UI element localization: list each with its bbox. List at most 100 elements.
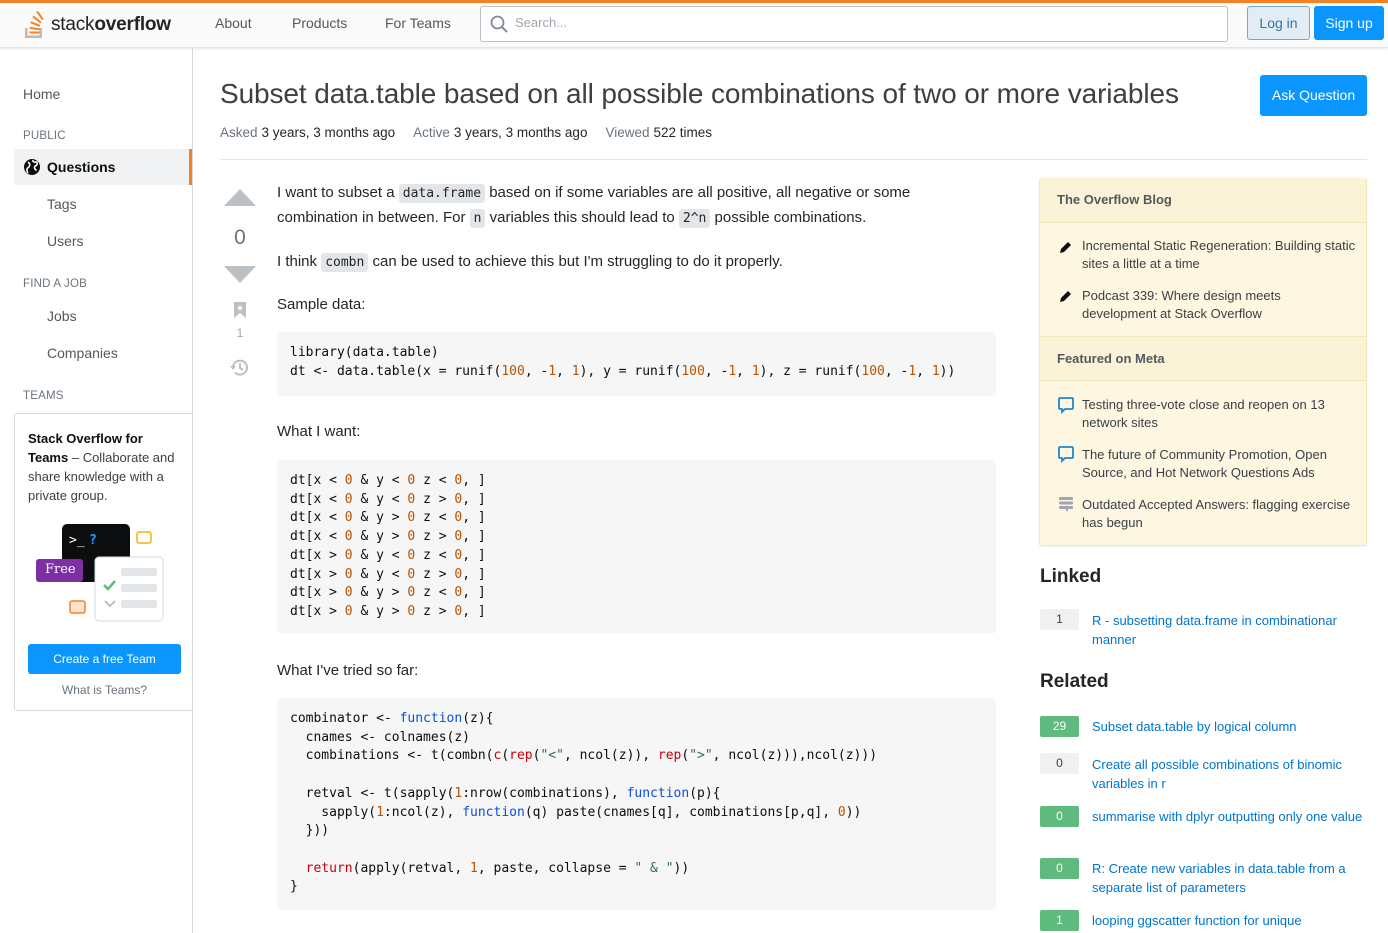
paragraph-1-line-1: I want to subset a data.frame based on i… bbox=[277, 180, 910, 206]
linked-vote-badge: 1 bbox=[1040, 609, 1079, 630]
related-question-link[interactable]: summarise with dplyr outputting only one… bbox=[1092, 808, 1364, 827]
sidebar-item-questions[interactable]: Questions bbox=[14, 149, 192, 185]
sidebar-item-companies[interactable]: Companies bbox=[47, 345, 118, 361]
create-team-button[interactable]: Create a free Team bbox=[28, 644, 181, 674]
sidebar-item-label: Questions bbox=[47, 159, 116, 175]
overflow-blog-widget: The Overflow Blog Incremental Static Reg… bbox=[1039, 178, 1367, 546]
search-icon bbox=[490, 15, 508, 33]
want-row: dt[x < 0 & y > 0 z > 0, ] bbox=[290, 529, 486, 545]
linked-heading: Linked bbox=[1040, 566, 1102, 587]
meta-item[interactable]: Testing three-vote close and reopen on 1… bbox=[1082, 396, 1357, 432]
want-row: dt[x > 0 & y > 0 z > 0, ] bbox=[290, 603, 486, 619]
nav-about[interactable]: About bbox=[215, 15, 252, 31]
blog-heading: The Overflow Blog bbox=[1040, 178, 1366, 223]
related-vote-badge: 0 bbox=[1040, 753, 1079, 774]
inline-code: combn bbox=[321, 253, 369, 272]
history-icon[interactable] bbox=[229, 357, 250, 378]
sidebar-item-jobs[interactable]: Jobs bbox=[47, 308, 77, 324]
text: variables this should lead to bbox=[485, 209, 679, 226]
logo-text-bold: overflow bbox=[94, 14, 171, 35]
paragraph-1-line-2: combination in between. For n variables … bbox=[277, 205, 866, 231]
tried-label: What I've tried so far: bbox=[277, 662, 419, 679]
inline-code: 2^n bbox=[678, 209, 711, 228]
sidebar-item-tags[interactable]: Tags bbox=[47, 196, 77, 212]
search-box[interactable] bbox=[480, 6, 1228, 42]
related-question-link[interactable]: Create all possible combinations of bino… bbox=[1092, 756, 1364, 793]
stackoverflow-logo[interactable]: stackoverflow bbox=[22, 6, 171, 44]
want-row: dt[x < 0 & y > 0 z < 0, ] bbox=[290, 510, 486, 526]
code-block-sample: library(data.table) dt <- data.table(x =… bbox=[277, 332, 996, 396]
want-row: dt[x < 0 & y < 0 z < 0, ] bbox=[290, 473, 486, 488]
code-block-want: dt[x < 0 & y < 0 z < 0, ] dt[x < 0 & y <… bbox=[277, 460, 996, 634]
related-vote-badge: 29 bbox=[1040, 716, 1079, 737]
asked-value: 3 years, 3 months ago bbox=[261, 125, 396, 140]
downvote-icon[interactable] bbox=[222, 266, 258, 284]
want-label: What I want: bbox=[277, 423, 361, 440]
asked-label: Asked bbox=[220, 125, 258, 140]
sidebar-item-home[interactable]: Home bbox=[23, 86, 60, 102]
what-is-teams-link[interactable]: What is Teams? bbox=[15, 683, 194, 697]
svg-text:?: ? bbox=[89, 533, 97, 548]
left-sidebar: Home PUBLIC Questions Tags Users FIND A … bbox=[0, 48, 193, 933]
meta-item[interactable]: Outdated Accepted Answers: flagging exer… bbox=[1082, 496, 1357, 532]
nav-for-teams[interactable]: For Teams bbox=[385, 15, 451, 31]
sidebar-heading-find-job: FIND A JOB bbox=[23, 278, 87, 290]
bookmark-count: 1 bbox=[236, 326, 244, 340]
viewed-value: 522 times bbox=[653, 125, 713, 140]
related-vote-badge: 0 bbox=[1040, 858, 1079, 879]
search-input[interactable] bbox=[515, 15, 1205, 30]
globe-icon bbox=[24, 159, 40, 175]
inline-code: data.frame bbox=[398, 184, 486, 203]
svg-text:>_: >_ bbox=[69, 533, 85, 548]
text: can be used to achieve this but I'm stru… bbox=[368, 253, 783, 270]
bookmark-icon[interactable] bbox=[233, 301, 247, 319]
related-vote-badge: 0 bbox=[1040, 806, 1079, 827]
top-bar: stackoverflow About Products For Teams L… bbox=[0, 0, 1388, 48]
sidebar-heading-teams: TEAMS bbox=[23, 390, 64, 402]
meta-item[interactable]: The future of Community Promotion, Open … bbox=[1082, 446, 1357, 482]
login-button[interactable]: Log in bbox=[1247, 6, 1310, 40]
chat-bubble-icon bbox=[1058, 446, 1074, 463]
stack-logo-icon bbox=[25, 10, 44, 38]
related-question-link[interactable]: R: Create new variables in data.table fr… bbox=[1092, 860, 1364, 897]
nav-products[interactable]: Products bbox=[292, 15, 347, 31]
sample-data-label: Sample data: bbox=[277, 296, 366, 313]
vote-count: 0 bbox=[234, 226, 246, 249]
want-row: dt[x > 0 & y < 0 z > 0, ] bbox=[290, 566, 486, 582]
text: I want to subset a bbox=[277, 184, 399, 201]
related-vote-badge: 1 bbox=[1040, 910, 1079, 931]
inline-code: n bbox=[469, 209, 486, 228]
text: possible combinations. bbox=[710, 209, 867, 226]
stack-exchange-icon bbox=[1059, 497, 1073, 512]
free-badge: Free bbox=[45, 562, 76, 577]
pencil-icon bbox=[1060, 291, 1071, 302]
text: I think bbox=[277, 253, 322, 270]
teams-promo-text: Stack Overflow for Teams – Collaborate a… bbox=[28, 429, 178, 505]
code-block-tried: combinator <- function(z){ cnames <- col… bbox=[277, 698, 996, 910]
divider bbox=[220, 159, 1367, 160]
upvote-icon[interactable] bbox=[222, 188, 258, 206]
text: combination in between. For bbox=[277, 209, 470, 226]
ask-question-button[interactable]: Ask Question bbox=[1260, 75, 1367, 116]
sidebar-heading-public: PUBLIC bbox=[23, 130, 66, 142]
want-row: dt[x < 0 & y < 0 z > 0, ] bbox=[290, 491, 486, 507]
blog-item[interactable]: Podcast 339: Where design meets developm… bbox=[1082, 287, 1357, 323]
teams-promo: Stack Overflow for Teams – Collaborate a… bbox=[14, 413, 193, 711]
related-question-link[interactable]: Subset data.table by logical column bbox=[1092, 718, 1364, 737]
question-meta: Asked 3 years, 3 months ago Active 3 years,… bbox=[220, 125, 730, 140]
signup-button[interactable]: Sign up bbox=[1314, 6, 1384, 40]
text: based on if some variables are all posit… bbox=[485, 184, 911, 201]
linked-question-link[interactable]: R - subsetting data.frame in combination… bbox=[1092, 612, 1364, 649]
active-label: Active bbox=[413, 125, 450, 140]
active-value: 3 years, 3 months ago bbox=[453, 125, 588, 140]
related-question-link[interactable]: looping ggscatter function for unique bbox=[1092, 912, 1364, 931]
viewed-label: Viewed bbox=[605, 125, 650, 140]
sidebar-item-users[interactable]: Users bbox=[47, 233, 84, 249]
want-row: dt[x > 0 & y < 0 z < 0, ] bbox=[290, 547, 486, 563]
meta-heading: Featured on Meta bbox=[1040, 336, 1366, 381]
related-heading: Related bbox=[1040, 671, 1109, 692]
question-title[interactable]: Subset data.table based on all possible … bbox=[220, 78, 1179, 110]
blog-item[interactable]: Incremental Static Regeneration: Buildin… bbox=[1082, 237, 1357, 273]
logo-text-light: stack bbox=[51, 14, 95, 35]
chat-bubble-icon bbox=[1058, 397, 1074, 414]
